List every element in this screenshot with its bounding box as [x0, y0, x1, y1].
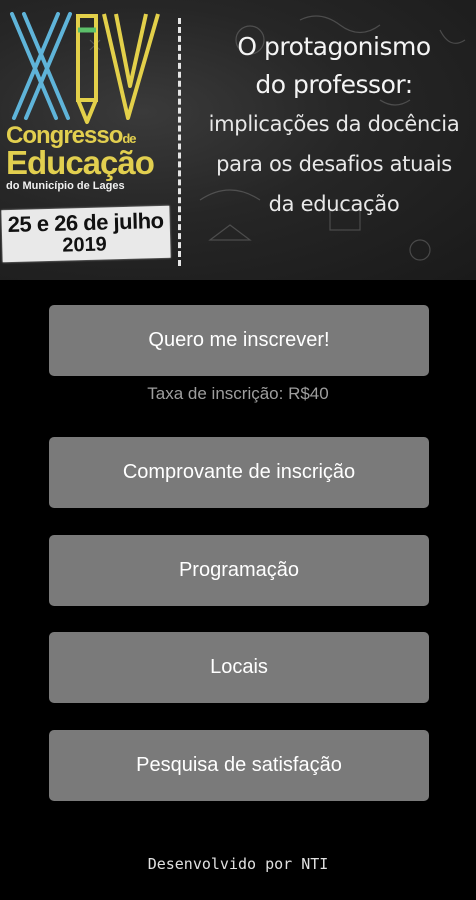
app-screen: Congressode Educação do Município de Lag…	[0, 0, 476, 900]
places-button[interactable]: Locais	[49, 632, 429, 703]
registration-fee-text: Taxa de inscrição: R$40	[147, 384, 329, 403]
registration-receipt-label: Comprovante de inscrição	[122, 461, 356, 483]
congress-title: Congressode Educação do Município de Lag…	[6, 124, 176, 192]
developer-credit: Desenvolvido por NTI	[147, 855, 329, 873]
subtitle-line-3: da educação	[268, 192, 400, 216]
xiv-logo	[10, 12, 160, 124]
banner-divider	[178, 18, 181, 266]
satisfaction-survey-label: Pesquisa de satisfação	[136, 754, 342, 776]
program-button-label: Programação	[178, 559, 300, 581]
subtitle-line-2: para os desafios atuais	[216, 152, 452, 176]
date-strip: 25 e 26 de julho 2019	[1, 205, 171, 263]
subtitle-line-1: implicações da docência	[208, 112, 460, 136]
places-button-label: Locais	[210, 656, 268, 678]
subscribe-button-label: Quero me inscrever!	[148, 329, 330, 351]
event-banner: Congressode Educação do Município de Lag…	[0, 0, 476, 280]
congress-line-3: do Município de Lages	[6, 180, 125, 192]
registration-receipt-button[interactable]: Comprovante de inscrição	[49, 437, 429, 508]
congress-line-2: Educação	[6, 144, 155, 181]
satisfaction-survey-button[interactable]: Pesquisa de satisfação	[49, 730, 429, 801]
headline-line-1: O protagonismo	[237, 32, 431, 61]
program-button[interactable]: Programação	[49, 535, 429, 606]
headline-line-2: do professor:	[255, 70, 413, 99]
date-year: 2019	[62, 233, 108, 257]
subscribe-button[interactable]: Quero me inscrever!	[49, 305, 429, 376]
banner-headline: O protagonismo do professor: implicações…	[192, 28, 476, 224]
